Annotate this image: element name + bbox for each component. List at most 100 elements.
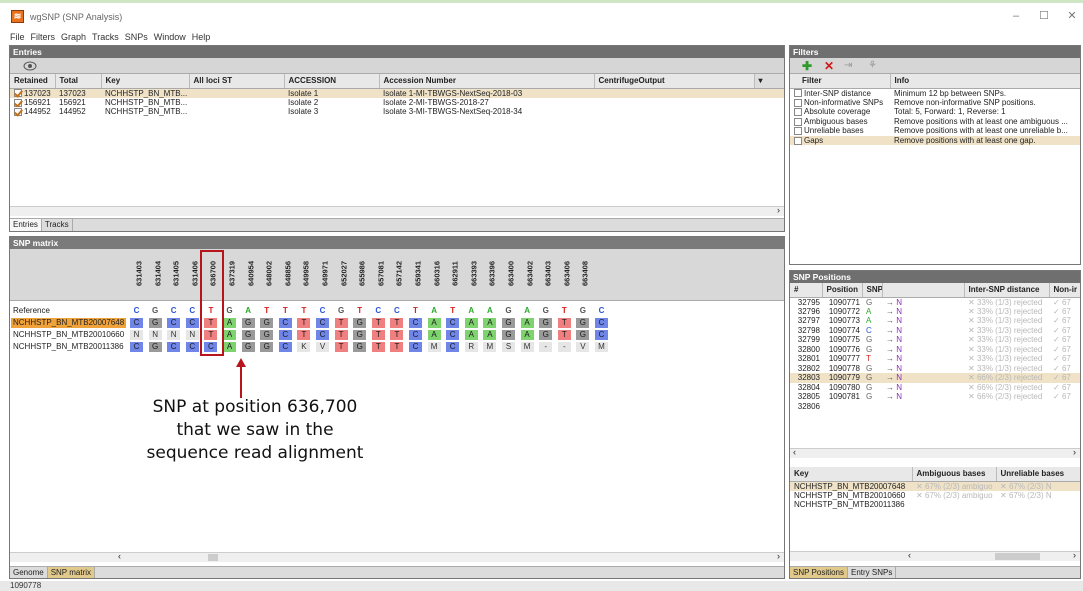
base-cell[interactable]: A bbox=[483, 318, 497, 328]
base-cell[interactable]: C bbox=[185, 342, 199, 352]
tab-genome[interactable]: Genome bbox=[10, 567, 48, 578]
table-row[interactable]: Non-informative SNPs Remove non-informati… bbox=[790, 98, 1080, 108]
position-label[interactable]: 663402 bbox=[524, 251, 536, 299]
base-cell[interactable]: S bbox=[502, 342, 515, 352]
col-snps[interactable]: SNPs bbox=[862, 283, 883, 298]
base-cell[interactable]: A bbox=[427, 330, 441, 340]
table-row[interactable]: 32797 1090773 A → N ✕ 33% (1/3) rejected ✓ 67 bbox=[790, 316, 1080, 326]
table-row[interactable]: NCHHSTP_BN_MTB20011386 bbox=[790, 500, 1080, 510]
base-cell[interactable]: C bbox=[278, 330, 292, 340]
position-label[interactable]: 648856 bbox=[282, 251, 294, 299]
base-cell[interactable]: G bbox=[260, 330, 274, 340]
col-filter[interactable]: Filter bbox=[790, 74, 891, 89]
close-button[interactable]: ✕ bbox=[1061, 10, 1083, 22]
base-cell[interactable]: C bbox=[167, 318, 181, 328]
base-cell[interactable]: T bbox=[557, 330, 571, 340]
col-info[interactable]: Info bbox=[890, 74, 1080, 89]
base-cell[interactable]: T bbox=[390, 342, 404, 352]
key-hscrollbar[interactable]: ‹ › bbox=[790, 550, 1080, 561]
table-row[interactable]: 137023 137023 NCHHSTP_BN_MTB... Isolate … bbox=[10, 88, 784, 98]
base-cell[interactable]: G bbox=[502, 318, 515, 328]
base-cell[interactable]: T bbox=[558, 306, 571, 316]
base-cell[interactable]: C bbox=[316, 306, 329, 316]
col-accession-number[interactable]: Accession Number bbox=[379, 74, 595, 89]
table-row[interactable]: 32796 1090772 A → N ✕ 33% (1/3) rejected ✓ 67 bbox=[790, 307, 1080, 317]
col-all-loci-st[interactable]: All loci ST bbox=[189, 74, 285, 89]
base-cell[interactable]: C bbox=[446, 330, 460, 340]
base-cell[interactable]: C bbox=[409, 318, 422, 328]
col-position[interactable]: Position bbox=[822, 283, 863, 298]
checkbox-icon[interactable] bbox=[794, 117, 802, 126]
base-cell[interactable]: T bbox=[297, 318, 311, 328]
position-label[interactable]: 649971 bbox=[319, 251, 331, 299]
table-row[interactable]: 32804 1090780 G → N ✕ 66% (2/3) rejected ✓ 67 bbox=[790, 383, 1080, 393]
base-cell[interactable]: G bbox=[241, 330, 255, 340]
base-cell[interactable]: C bbox=[446, 318, 460, 328]
base-cell[interactable]: A bbox=[242, 306, 255, 316]
minimize-button[interactable]: – bbox=[1005, 10, 1027, 22]
menu-help[interactable]: Help bbox=[192, 32, 211, 42]
scroll-right-icon[interactable]: › bbox=[777, 205, 780, 215]
position-label[interactable]: 655986 bbox=[356, 251, 368, 299]
base-cell[interactable]: C bbox=[390, 306, 403, 316]
table-row[interactable]: Inter-SNP distance Minimum 12 bp between … bbox=[790, 88, 1080, 98]
base-cell[interactable]: G bbox=[335, 306, 348, 316]
base-cell[interactable]: C bbox=[278, 318, 292, 328]
base-cell[interactable]: A bbox=[464, 318, 478, 328]
col-total[interactable]: Total bbox=[55, 74, 102, 89]
base-cell[interactable]: T bbox=[557, 318, 571, 328]
base-cell[interactable]: C bbox=[446, 342, 460, 352]
base-cell[interactable]: G bbox=[223, 306, 236, 316]
matrix-hscrollbar[interactable]: ‹ › bbox=[10, 551, 784, 562]
base-cell[interactable]: T bbox=[371, 342, 385, 352]
check-icon[interactable] bbox=[14, 89, 22, 98]
position-label[interactable]: 663403 bbox=[542, 251, 554, 299]
scroll-left-icon[interactable]: ‹ bbox=[118, 551, 121, 561]
base-cell[interactable]: C bbox=[595, 330, 608, 340]
base-cell[interactable]: A bbox=[427, 318, 441, 328]
maximize-button[interactable]: ☐ bbox=[1033, 10, 1055, 22]
view-icon[interactable] bbox=[23, 61, 37, 71]
position-label[interactable]: 631404 bbox=[152, 251, 164, 299]
scroll-thumb[interactable] bbox=[995, 553, 1040, 560]
base-cell[interactable]: - bbox=[539, 342, 553, 352]
base-cell[interactable]: G bbox=[502, 306, 515, 316]
delete-filter-icon[interactable]: ✕ bbox=[824, 59, 834, 73]
base-cell[interactable]: T bbox=[371, 330, 385, 340]
table-row[interactable]: 32803 1090779 G → N ✕ 66% (2/3) rejected ✓ 67 bbox=[790, 373, 1080, 383]
col-ambiguous-bases[interactable]: Ambiguous bases bbox=[912, 467, 997, 482]
base-cell[interactable]: G bbox=[260, 342, 274, 352]
table-row[interactable]: 32802 1090778 G → N ✕ 33% (1/3) rejected ✓ 67 bbox=[790, 364, 1080, 374]
tab-entry-snps[interactable]: Entry SNPs bbox=[848, 567, 897, 578]
base-cell[interactable]: C bbox=[595, 318, 608, 328]
base-cell[interactable]: M bbox=[520, 342, 534, 352]
position-label[interactable]: 657142 bbox=[393, 251, 405, 299]
menu-tracks[interactable]: Tracks bbox=[92, 32, 119, 42]
menu-filters[interactable]: Filters bbox=[31, 32, 56, 42]
table-row[interactable]: Unreliable bases Remove positions with at… bbox=[790, 126, 1080, 136]
col-number[interactable]: # bbox=[790, 283, 823, 298]
base-cell[interactable]: - bbox=[557, 342, 571, 352]
base-cell[interactable]: G bbox=[502, 330, 515, 340]
position-label[interactable]: 660316 bbox=[431, 251, 443, 299]
base-cell[interactable]: T bbox=[409, 306, 422, 316]
column-menu-icon[interactable]: ▾ bbox=[754, 74, 784, 89]
entries-hscrollbar[interactable]: › bbox=[10, 205, 784, 216]
base-cell[interactable]: K bbox=[297, 342, 311, 352]
col-key[interactable]: Key bbox=[101, 74, 190, 89]
base-cell[interactable]: T bbox=[279, 306, 292, 316]
base-cell[interactable]: T bbox=[446, 306, 459, 316]
base-cell[interactable]: G bbox=[576, 306, 589, 316]
tab-tracks[interactable]: Tracks bbox=[42, 219, 73, 231]
base-cell[interactable]: G bbox=[241, 318, 255, 328]
base-cell[interactable]: T bbox=[297, 306, 310, 316]
scroll-right-icon[interactable]: › bbox=[1073, 447, 1076, 457]
base-cell[interactable]: C bbox=[130, 318, 143, 328]
check-icon[interactable] bbox=[14, 98, 22, 107]
table-row[interactable]: NCHHSTP_BN_MTB20007648 ✕ 67% (2/3) ambigu… bbox=[790, 481, 1080, 491]
base-cell[interactable]: R bbox=[464, 342, 478, 352]
table-row[interactable]: 32795 1090771 G → N ✕ 33% (1/3) rejected ✓ 67 bbox=[790, 297, 1080, 307]
base-cell[interactable]: C bbox=[316, 330, 329, 340]
base-cell[interactable]: N bbox=[167, 330, 181, 340]
base-cell[interactable]: V bbox=[316, 342, 329, 352]
